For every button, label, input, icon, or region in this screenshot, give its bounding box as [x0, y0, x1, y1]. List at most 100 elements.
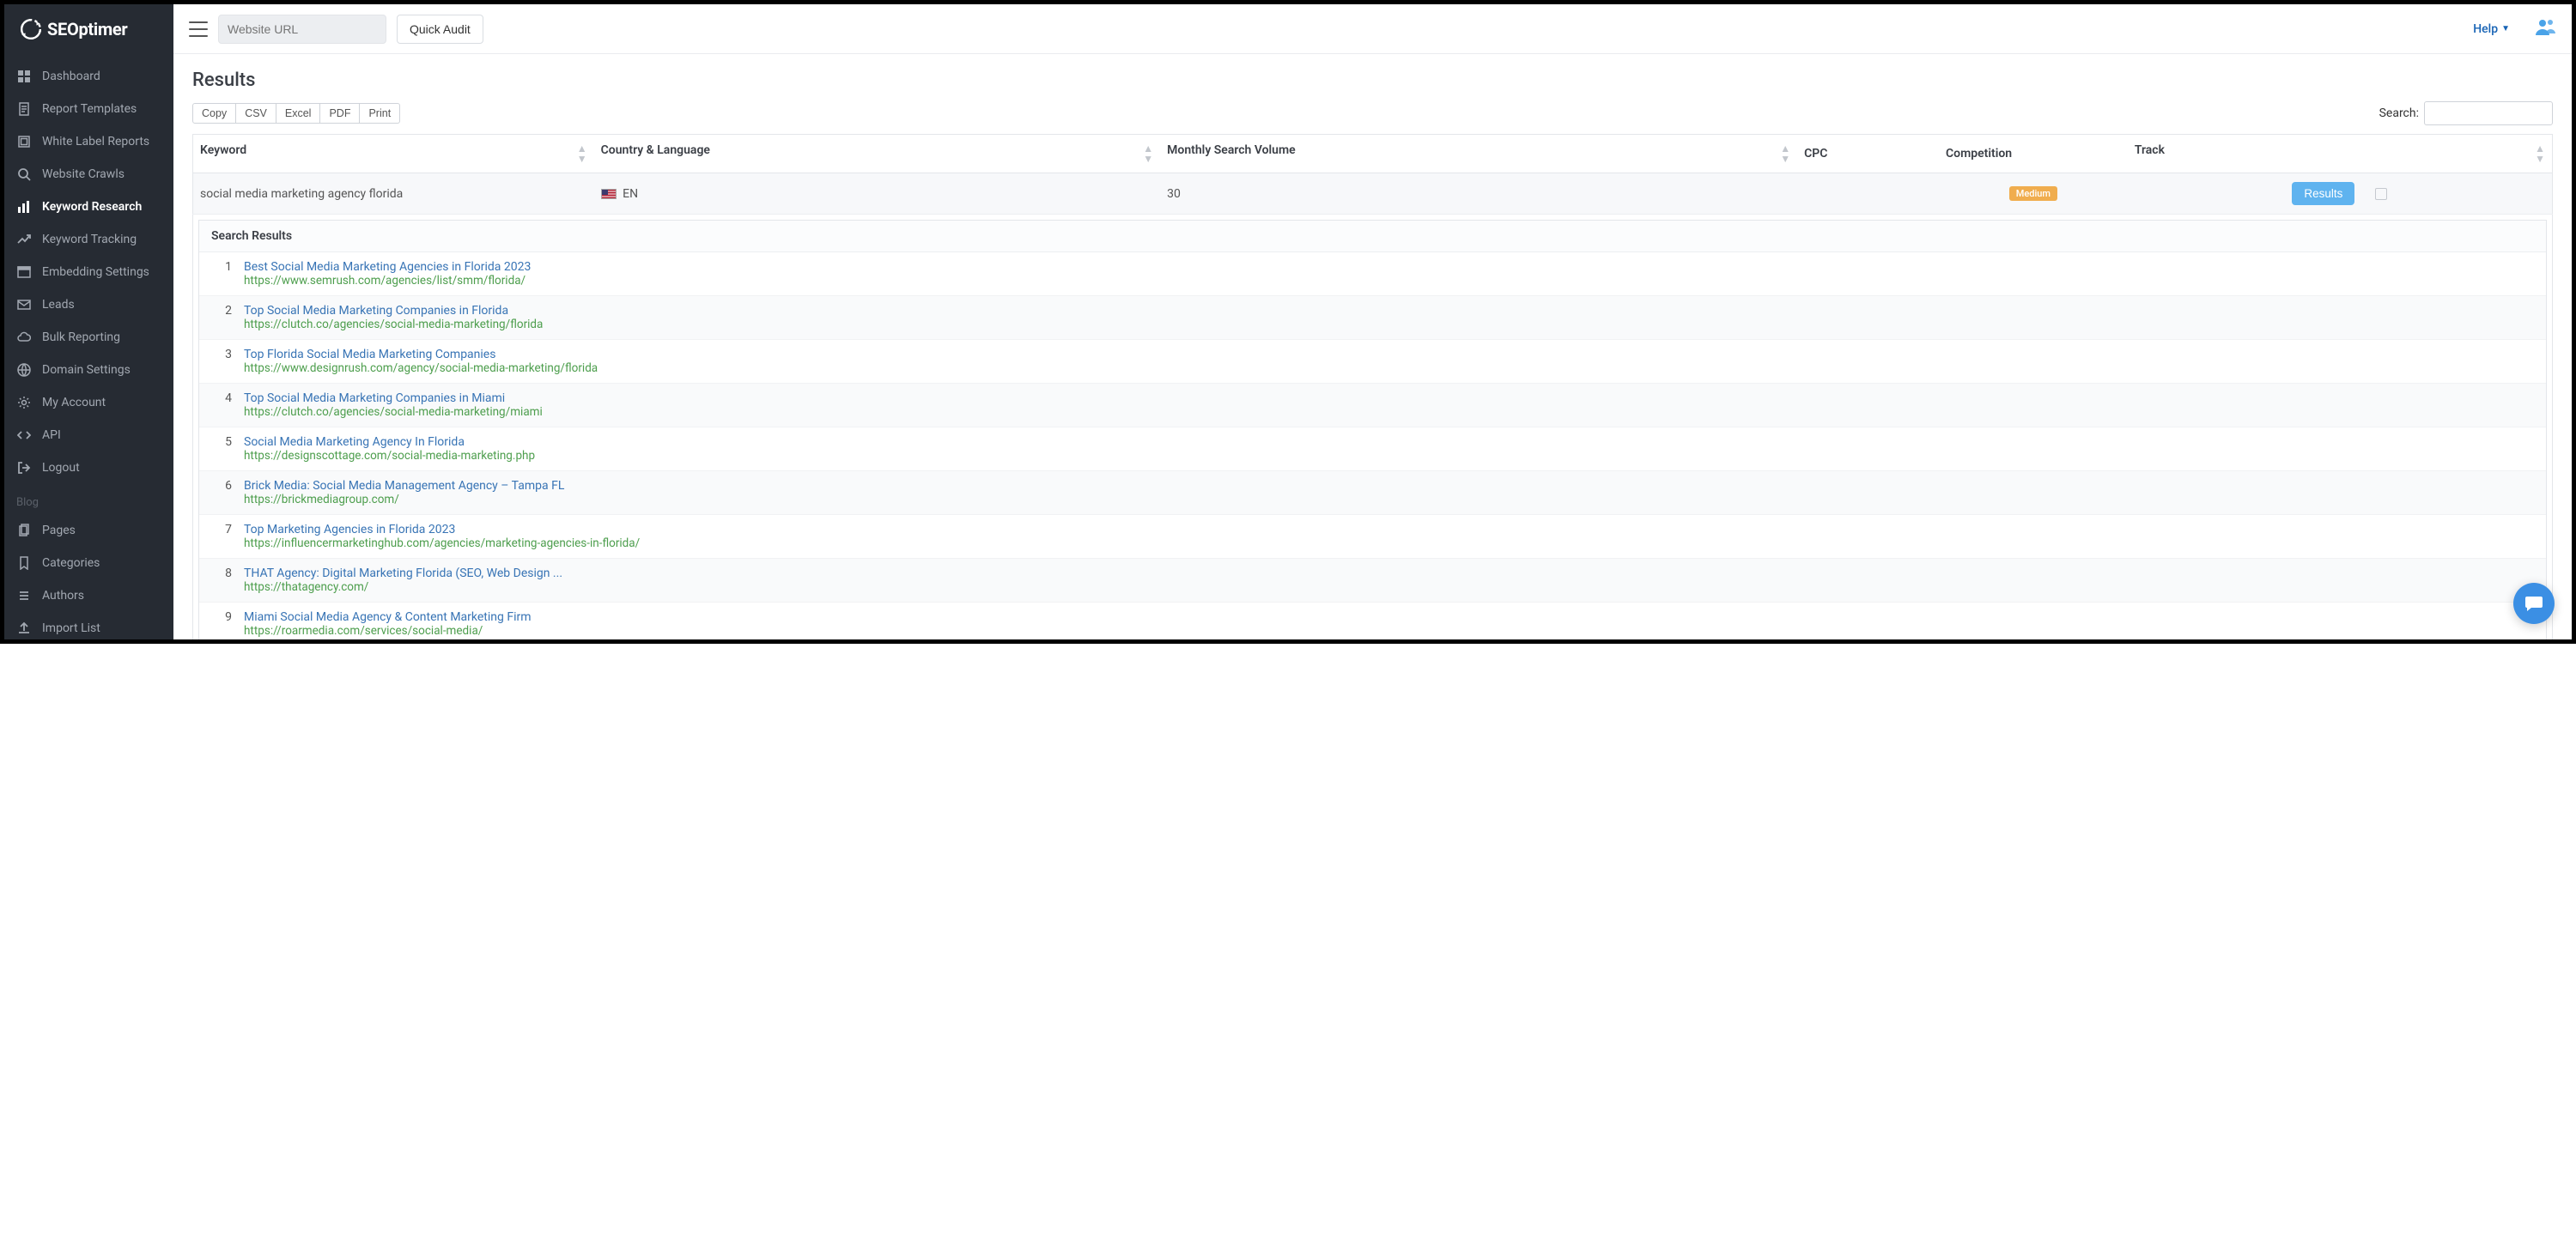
export-copy-button[interactable]: Copy — [192, 103, 236, 124]
cell-volume: 30 — [1160, 173, 1797, 215]
serp-heading: Search Results — [199, 221, 2546, 252]
sidebar-item-label: Leads — [42, 298, 75, 312]
sidebar-item-keyword-tracking[interactable]: Keyword Tracking — [4, 223, 173, 256]
serp-rank: 7 — [211, 523, 232, 550]
serp-item: 9 Miami Social Media Agency & Content Mar… — [199, 603, 2546, 639]
column-header-track[interactable]: Track ▲▼ — [2128, 135, 2553, 173]
serp-title-link[interactable]: Top Marketing Agencies in Florida 2023 — [244, 523, 2534, 536]
menu-toggle-icon[interactable] — [189, 21, 208, 37]
serp-rank: 5 — [211, 435, 232, 463]
sidebar-item-api[interactable]: API — [4, 419, 173, 451]
code-icon — [16, 427, 32, 443]
export-csv-button[interactable]: CSV — [236, 103, 276, 124]
sidebar-item-domain-settings[interactable]: Domain Settings — [4, 354, 173, 386]
serp-url-link[interactable]: https://www.semrush.com/agencies/list/sm… — [244, 274, 2534, 288]
globe-icon — [16, 362, 32, 378]
column-header-cpc[interactable]: CPC — [1797, 135, 1939, 173]
serp-title-link[interactable]: Miami Social Media Agency & Content Mark… — [244, 610, 2534, 624]
sidebar-item-logout[interactable]: Logout — [4, 451, 173, 484]
serp-title-link[interactable]: Top Social Media Marketing Companies in … — [244, 391, 2534, 405]
serp-title-link[interactable]: Brick Media: Social Media Management Age… — [244, 479, 2534, 493]
brand-name: SEOptimer — [47, 19, 127, 39]
sidebar-item-website-crawls[interactable]: Website Crawls — [4, 158, 173, 191]
sort-icon: ▲▼ — [1143, 143, 1153, 164]
column-header-country[interactable]: Country & Language ▲▼ — [594, 135, 1161, 173]
serp-url-link[interactable]: https://clutch.co/agencies/social-media-… — [244, 405, 2534, 419]
export-button-group: Copy CSV Excel PDF Print — [192, 103, 400, 124]
page-title: Results — [192, 70, 2553, 91]
bookmark-icon — [16, 555, 32, 571]
cloud-icon — [16, 330, 32, 345]
serp-item: 7 Top Marketing Agencies in Florida 2023h… — [199, 515, 2546, 559]
track-checkbox[interactable] — [2375, 188, 2387, 200]
chat-widget-icon[interactable] — [2513, 583, 2555, 624]
pages-icon — [16, 523, 32, 538]
sidebar-item-authors[interactable]: Authors — [4, 579, 173, 612]
sidebar-item-label: Logout — [42, 461, 80, 475]
serp-title-link[interactable]: Social Media Marketing Agency In Florida — [244, 435, 2534, 449]
results-button[interactable]: Results — [2292, 182, 2354, 205]
sidebar-item-label: Import List — [42, 621, 100, 635]
user-account-icon[interactable] — [2536, 18, 2556, 40]
serp-url-link[interactable]: https://influencermarketinghub.com/agenc… — [244, 536, 2534, 550]
sidebar-item-keyword-research[interactable]: Keyword Research — [4, 191, 173, 223]
sidebar-item-label: Embedding Settings — [42, 265, 149, 279]
column-header-competition[interactable]: Competition — [1939, 135, 2128, 173]
sidebar-item-bulk-reporting[interactable]: Bulk Reporting — [4, 321, 173, 354]
serp-item: 3Top Florida Social Media Marketing Comp… — [199, 340, 2546, 384]
quick-audit-button[interactable]: Quick Audit — [397, 15, 483, 44]
website-url-input[interactable] — [218, 15, 386, 44]
serp-rank: 2 — [211, 304, 232, 331]
search-icon — [16, 167, 32, 182]
sidebar-item-categories[interactable]: Categories — [4, 547, 173, 579]
sidebar-item-import-list[interactable]: Import List — [4, 612, 173, 639]
serp-rank: 8 — [211, 566, 232, 594]
help-menu[interactable]: Help ▼ — [2473, 22, 2510, 36]
sidebar-item-white-label-reports[interactable]: White Label Reports — [4, 125, 173, 158]
column-header-keyword[interactable]: Keyword ▲▼ — [193, 135, 594, 173]
sidebar-item-my-account[interactable]: My Account — [4, 386, 173, 419]
export-excel-button[interactable]: Excel — [276, 103, 321, 124]
sidebar-item-label: API — [42, 428, 61, 442]
sidebar-item-label: Website Crawls — [42, 167, 125, 181]
column-header-volume[interactable]: Monthly Search Volume ▲▼ — [1160, 135, 1797, 173]
sidebar-item-label: Report Templates — [42, 102, 137, 116]
serp-url-link[interactable]: https://brickmediagroup.com/ — [244, 493, 2534, 506]
sidebar-item-pages[interactable]: Pages — [4, 514, 173, 547]
competition-badge: Medium — [2009, 186, 2057, 201]
export-print-button[interactable]: Print — [360, 103, 400, 124]
serp-url-link[interactable]: https://thatagency.com/ — [244, 580, 2534, 594]
gear-icon — [16, 395, 32, 410]
sidebar-item-report-templates[interactable]: Report Templates — [4, 93, 173, 125]
sidebar-item-dashboard[interactable]: Dashboard — [4, 60, 173, 93]
serp-url-link[interactable]: https://roarmedia.com/services/social-me… — [244, 624, 2534, 638]
serp-rank: 1 — [211, 260, 232, 288]
table-search-input[interactable] — [2424, 101, 2553, 125]
upload-icon — [16, 621, 32, 636]
serp-title-link[interactable]: Best Social Media Marketing Agencies in … — [244, 260, 2534, 274]
serp-url-link[interactable]: https://clutch.co/agencies/social-media-… — [244, 318, 2534, 331]
whitelabel-icon — [16, 134, 32, 149]
sidebar-item-leads[interactable]: Leads — [4, 288, 173, 321]
sidebar-item-label: Keyword Tracking — [42, 233, 137, 246]
sidebar-item-label: Bulk Reporting — [42, 330, 120, 344]
search-label: Search: — [2379, 106, 2419, 120]
barchart-icon — [16, 199, 32, 215]
serp-rank: 9 — [211, 610, 232, 638]
sidebar-item-embedding-settings[interactable]: Embedding Settings — [4, 256, 173, 288]
sidebar-item-label: Keyword Research — [42, 200, 142, 214]
brand-logo[interactable]: SEOptimer — [4, 4, 173, 53]
serp-item: 1 Best Social Media Marketing Agencies in… — [199, 252, 2546, 296]
serp-title-link[interactable]: THAT Agency: Digital Marketing Florida (… — [244, 566, 2534, 580]
mail-icon — [16, 297, 32, 312]
serp-url-link[interactable]: https://designscottage.com/social-media-… — [244, 449, 2534, 463]
rank-icon — [16, 232, 32, 247]
keyword-results-table: Keyword ▲▼ Country & Language ▲▼ Monthly… — [192, 134, 2553, 639]
serp-title-link[interactable]: Top Florida Social Media Marketing Compa… — [244, 348, 2534, 361]
document-icon — [16, 101, 32, 117]
serp-title-link[interactable]: Top Social Media Marketing Companies in … — [244, 304, 2534, 318]
export-pdf-button[interactable]: PDF — [320, 103, 360, 124]
serp-rank: 4 — [211, 391, 232, 419]
serp-item: 6Brick Media: Social Media Management Ag… — [199, 471, 2546, 515]
serp-url-link[interactable]: https://www.designrush.com/agency/social… — [244, 361, 2534, 375]
